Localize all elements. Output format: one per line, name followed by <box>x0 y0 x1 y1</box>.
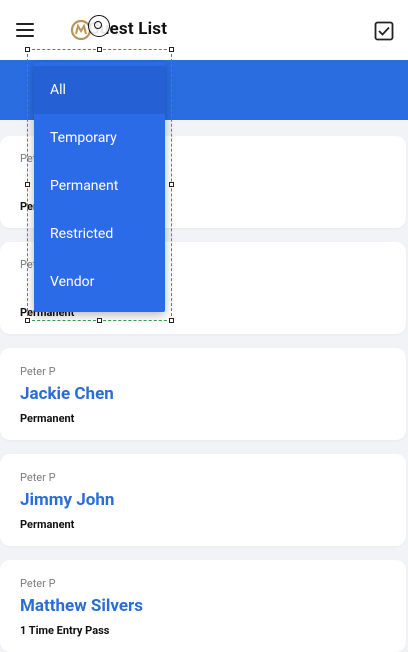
selection-handle <box>25 47 30 52</box>
filter-option-restricted[interactable]: Restricted <box>34 210 165 258</box>
guest-host: Peter P <box>20 471 56 484</box>
guest-pass-type: 1 Time Entry Pass <box>20 624 110 637</box>
filter-option-vendor[interactable]: Vendor <box>34 258 165 306</box>
checkbox-select-icon[interactable] <box>373 20 395 42</box>
top-app-bar: Guest List <box>0 0 408 61</box>
selection-handle <box>169 318 174 323</box>
guest-card[interactable]: Peter P Jimmy John Permanent <box>0 454 406 546</box>
guest-type-filter-dropdown[interactable]: All Temporary Permanent Restricted Vendo… <box>34 62 165 312</box>
guest-card[interactable]: Peter P Jackie Chen Permanent <box>0 348 406 440</box>
selection-handle <box>97 47 102 52</box>
filter-option-temporary[interactable]: Temporary <box>34 114 165 162</box>
selection-handle <box>97 318 102 323</box>
guest-pass-type: Permanent <box>20 412 75 425</box>
guest-name[interactable]: Jackie Chen <box>20 384 114 404</box>
selection-handle <box>25 182 30 187</box>
filter-option-all[interactable]: All <box>34 66 165 114</box>
guest-host: Peter P <box>20 365 56 378</box>
selection-handle <box>25 318 30 323</box>
guest-name[interactable]: Jimmy John <box>20 490 114 510</box>
guest-pass-type: Permanent <box>20 518 75 531</box>
guest-name[interactable]: Matthew Silvers <box>20 596 143 616</box>
hamburger-menu-icon[interactable] <box>14 20 38 40</box>
guest-card[interactable]: Peter P Matthew Silvers 1 Time Entry Pas… <box>0 560 406 652</box>
pointer-cursor-icon <box>88 15 110 37</box>
guest-host: Peter P <box>20 577 56 590</box>
selection-handle <box>169 47 174 52</box>
selection-handle <box>169 182 174 187</box>
filter-option-permanent[interactable]: Permanent <box>34 162 165 210</box>
